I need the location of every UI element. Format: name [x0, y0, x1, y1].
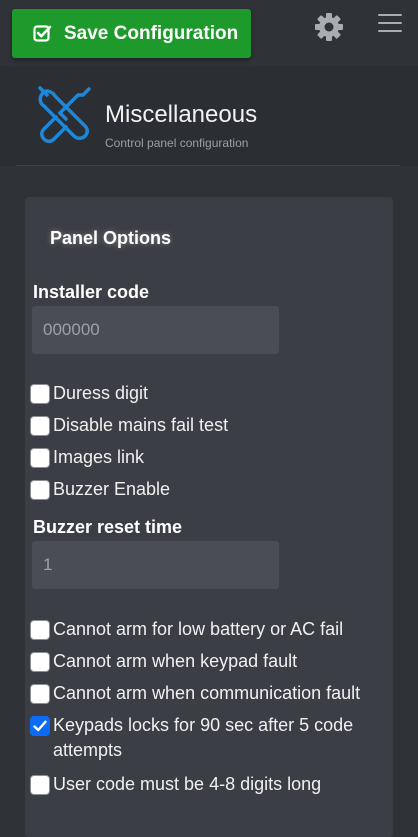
checkbox-disable-mains-fail-test[interactable]: Disable mains fail test — [30, 413, 400, 438]
checkbox-label: Buzzer Enable — [53, 479, 171, 499]
checkmark-icon — [33, 720, 47, 732]
page-title: Miscellaneous — [105, 101, 258, 128]
checkbox-label: Cannot arm when communication fault — [53, 683, 361, 703]
checkbox-cannot-arm-low-battery[interactable]: Cannot arm for low battery or AC fail — [30, 617, 400, 642]
checkbox-box[interactable] — [30, 652, 50, 672]
buzzer-reset-time-label: Buzzer reset time — [33, 517, 183, 537]
panel-options-title: Panel Options — [50, 228, 172, 248]
checkbox-keypads-lock[interactable]: Keypads locks for 90 sec after 5 code at… — [30, 713, 390, 763]
checkbox-box[interactable] — [30, 480, 50, 500]
checkbox-label: Images link — [53, 447, 145, 467]
page-subtitle: Control panel configuration — [105, 136, 249, 150]
checkbox-user-code-length[interactable]: User code must be 4-8 digits long — [30, 772, 400, 797]
header-divider — [16, 165, 400, 166]
checkbox-box[interactable] — [30, 620, 50, 640]
checkbox-box[interactable] — [30, 448, 50, 468]
buzzer-reset-time-input[interactable] — [32, 541, 279, 589]
checkbox-box[interactable] — [30, 775, 50, 795]
checkbox-label: User code must be 4-8 digits long — [53, 774, 322, 794]
checkbox-label: Duress digit — [53, 383, 149, 403]
gear-icon[interactable] — [313, 11, 345, 43]
checkbox-cannot-arm-communication-fault[interactable]: Cannot arm when communication fault — [30, 681, 400, 706]
checkbox-duress-digit[interactable]: Duress digit — [30, 381, 400, 406]
checkbox-label: Disable mains fail test — [53, 415, 229, 435]
checkbox-label: Cannot arm when keypad fault — [53, 651, 298, 671]
checkbox-label: Cannot arm for low battery or AC fail — [53, 619, 344, 639]
hamburger-menu-icon[interactable] — [378, 14, 402, 36]
check-square-icon — [33, 24, 52, 43]
checkbox-images-link[interactable]: Images link — [30, 445, 400, 470]
tools-icon — [34, 84, 96, 144]
installer-code-label: Installer code — [33, 282, 150, 302]
installer-code-input[interactable] — [32, 306, 279, 354]
checkbox-cannot-arm-keypad-fault[interactable]: Cannot arm when keypad fault — [30, 649, 400, 674]
save-button-label: Save Configuration — [64, 22, 239, 44]
save-configuration-button[interactable]: Save Configuration — [12, 9, 251, 58]
checkbox-box[interactable] — [30, 416, 50, 436]
top-bar: Save Configuration — [0, 0, 418, 66]
checkbox-buzzer-enable[interactable]: Buzzer Enable — [30, 477, 400, 502]
checkbox-box[interactable] — [30, 384, 50, 404]
checkbox-box[interactable] — [30, 684, 50, 704]
checkbox-box[interactable] — [30, 716, 50, 736]
checkbox-label: Keypads locks for 90 sec after 5 code at… — [53, 715, 354, 760]
